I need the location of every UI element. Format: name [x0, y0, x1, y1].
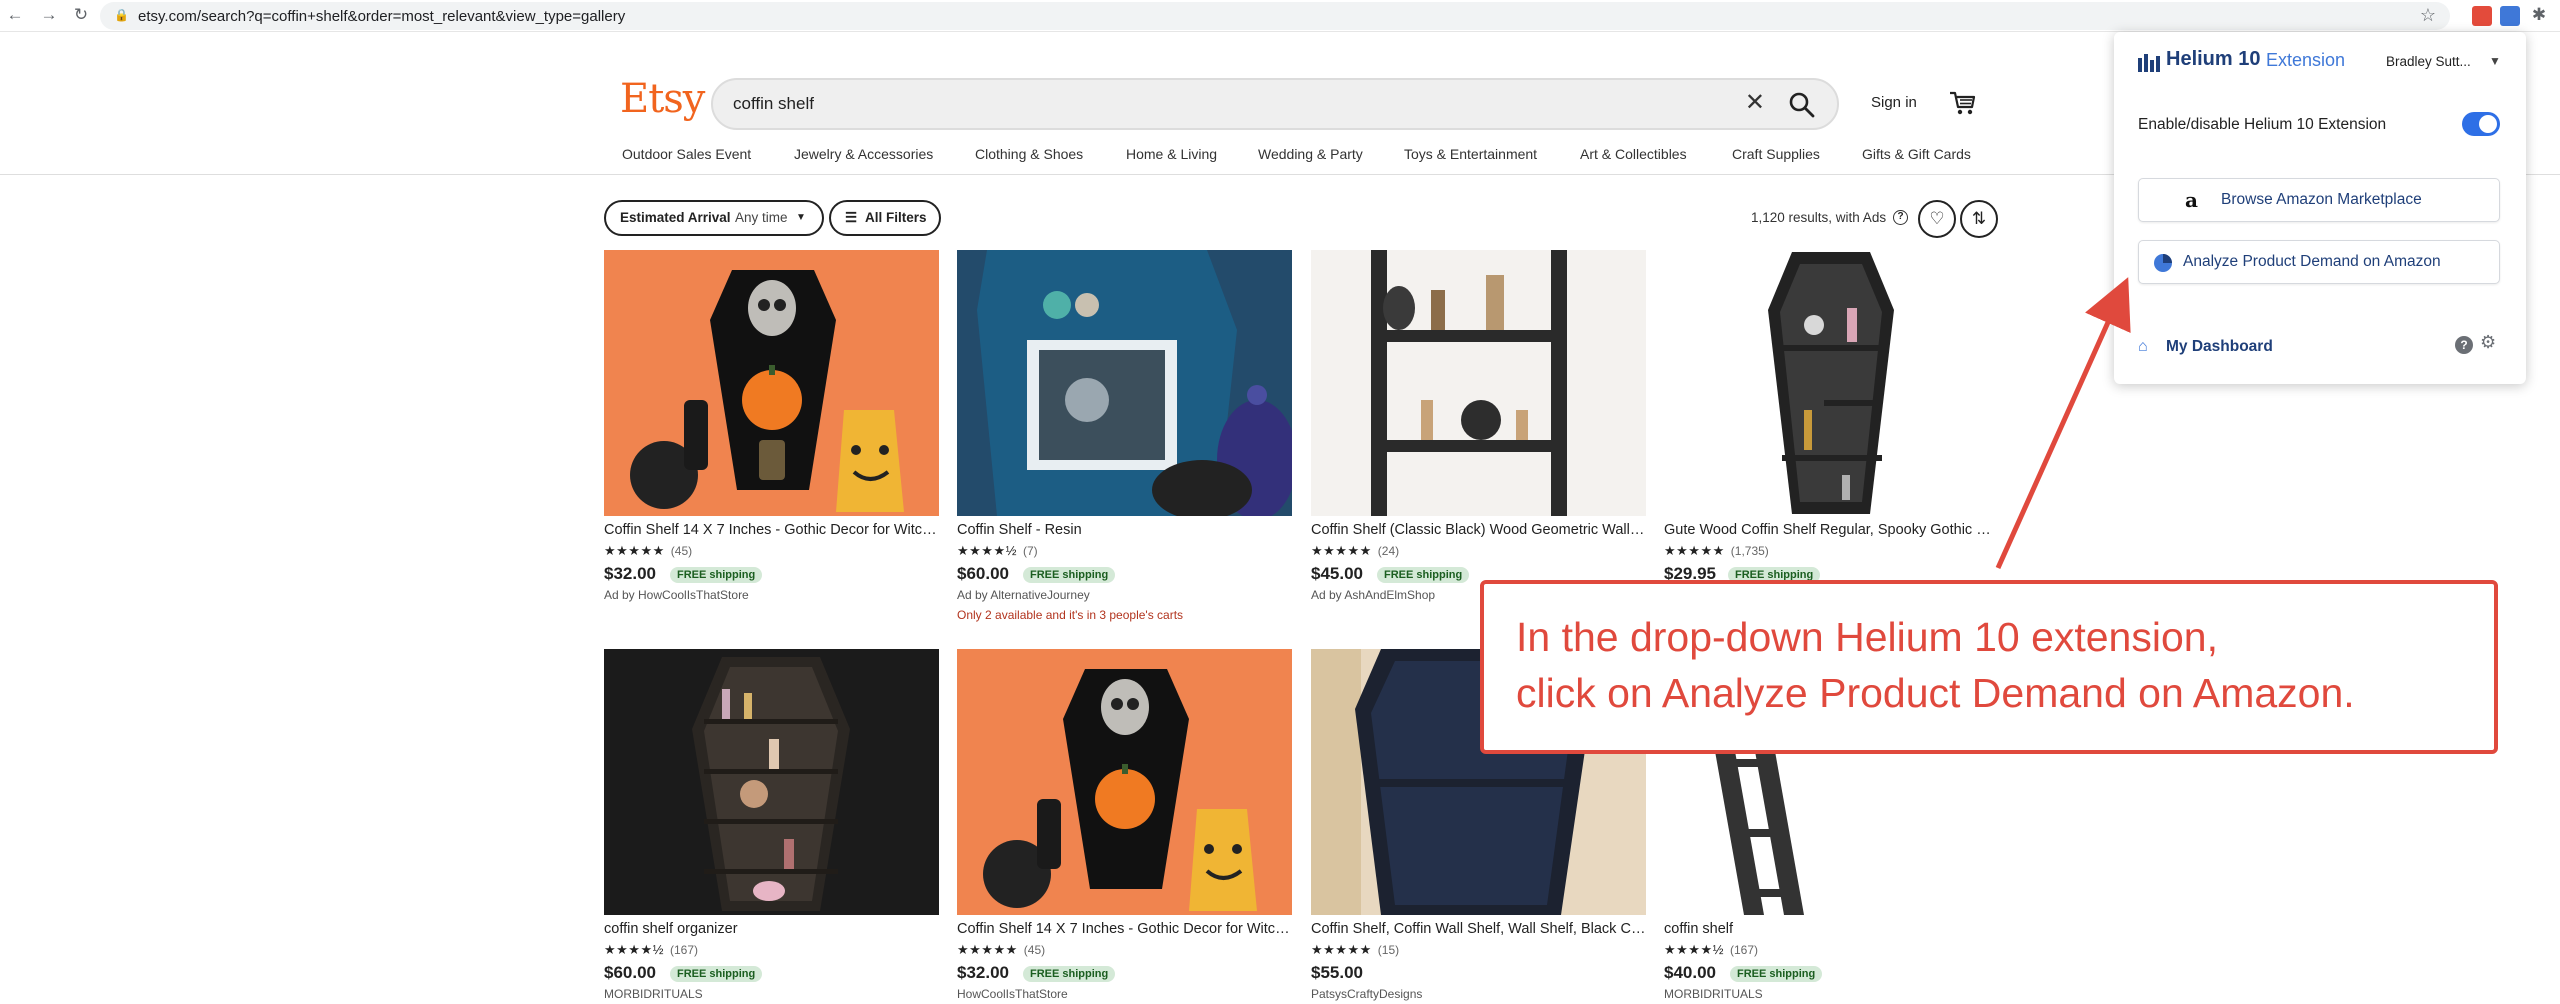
instruction-line-2: click on Analyze Product Demand on Amazo…	[1516, 670, 2355, 716]
instruction-line-1: In the drop-down Helium 10 extension,	[1516, 614, 2218, 660]
annotation-arrow	[1995, 277, 2131, 570]
instruction-callout: In the drop-down Helium 10 extension, cl…	[1480, 580, 2498, 754]
